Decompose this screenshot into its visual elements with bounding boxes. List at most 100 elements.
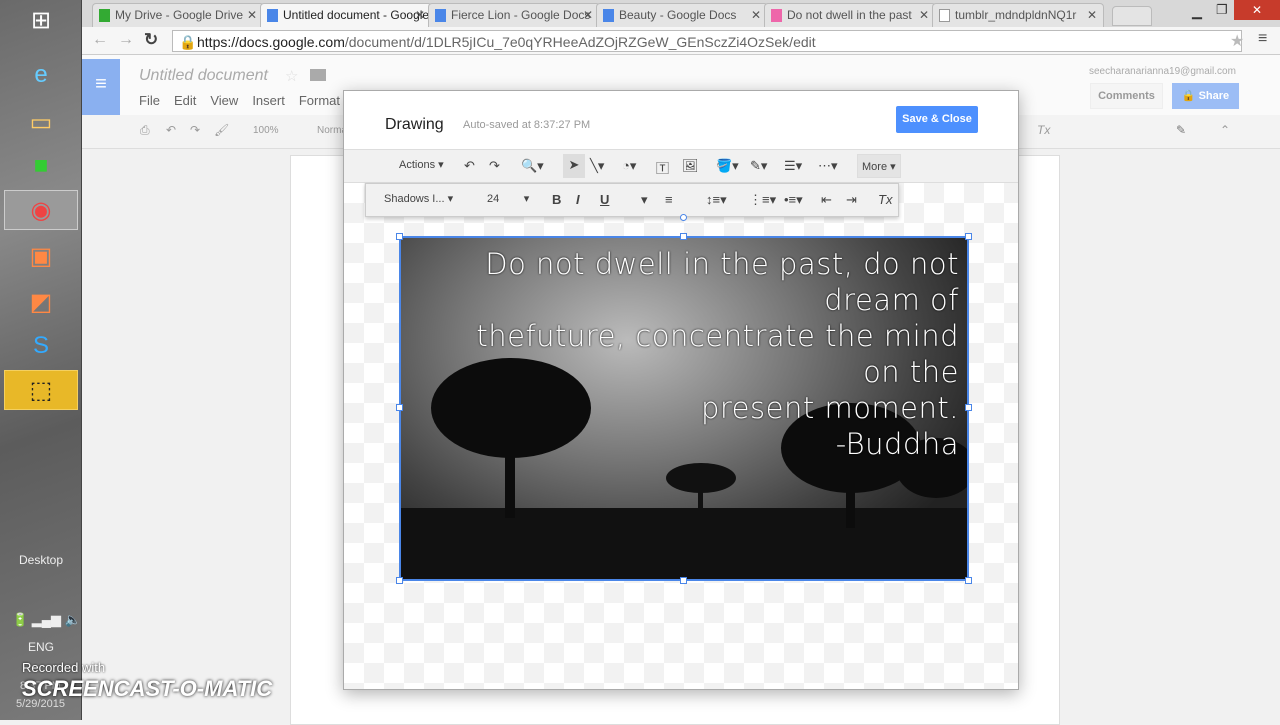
tab-beauty[interactable]: Beauty - Google Docs ✕ [596, 3, 768, 27]
tab-tumblr[interactable]: tumblr_mdndpldnNQ1r ✕ [932, 3, 1104, 27]
windows-start-icon[interactable]: ⊞ [4, 0, 78, 40]
minimize-button[interactable]: ▁ [1192, 4, 1202, 20]
back-icon[interactable]: ← [92, 31, 108, 49]
line-dash-icon[interactable]: ⋯▾ [818, 158, 838, 174]
line-color-icon[interactable]: ✎▾ [750, 158, 767, 174]
resize-handle[interactable] [680, 233, 687, 240]
star-icon[interactable]: ☆ [285, 67, 298, 85]
editing-mode-icon[interactable]: ✎ [1176, 123, 1186, 137]
resize-handle[interactable] [396, 577, 403, 584]
actions-menu[interactable]: Actions ▾ [399, 158, 444, 171]
app-icon-2[interactable]: ◩ [4, 282, 78, 322]
skype-icon[interactable]: S [4, 326, 78, 366]
image-icon[interactable]: 🖼 [682, 158, 699, 174]
align-icon[interactable]: ≡ [665, 192, 673, 207]
drawing-toolbar: Actions ▾ ↶ ↷ 🔍▾ ➤ ╲▾ ◔▾ 🅃 🖼 🪣▾ ✎▾ ☰▾ ⋯▾… [344, 149, 1018, 183]
clear-formatting-icon[interactable]: Tx [1037, 123, 1050, 137]
underline-button[interactable]: U [600, 192, 609, 207]
close-tab-icon[interactable]: ✕ [751, 8, 761, 22]
resize-handle[interactable] [965, 577, 972, 584]
paint-format-icon[interactable]: 🖌 [214, 123, 229, 137]
store-icon[interactable]: ■ [4, 146, 78, 186]
folder-icon[interactable] [310, 69, 326, 81]
line-icon[interactable]: ╲▾ [590, 158, 604, 174]
menu-view[interactable]: View [210, 93, 238, 108]
clear-formatting-icon[interactable]: Tx [878, 192, 892, 207]
docs-icon [435, 9, 446, 22]
redo-icon[interactable]: ↷ [190, 123, 200, 137]
more-label: More [862, 161, 888, 173]
text-color-dropdown[interactable]: ▾ [641, 192, 648, 208]
file-explorer-icon[interactable]: ▭ [4, 102, 78, 142]
zoom-icon[interactable]: 🔍▾ [521, 158, 544, 174]
more-menu[interactable]: More ▾ [857, 154, 901, 178]
collapse-icon[interactable]: ⌃ [1220, 123, 1230, 137]
account-email[interactable]: seecharanarianna19@gmail.com [1089, 66, 1236, 77]
resize-handle[interactable] [396, 404, 403, 411]
select-cursor-icon[interactable]: ➤ [563, 154, 585, 178]
app-icon[interactable]: ▣ [4, 236, 78, 276]
restore-button[interactable]: ❐ [1216, 2, 1228, 18]
close-tab-icon[interactable]: ✕ [415, 8, 425, 22]
close-tab-icon[interactable]: ✕ [1087, 8, 1097, 22]
chrome-icon[interactable]: ◉ [4, 190, 78, 230]
close-tab-icon[interactable]: ✕ [583, 8, 593, 22]
rotate-handle[interactable] [680, 214, 687, 221]
line-spacing-icon[interactable]: ↕≡▾ [706, 192, 727, 208]
close-tab-icon[interactable]: ✕ [919, 8, 929, 22]
redo-icon[interactable]: ↷ [489, 158, 500, 174]
quote-line: present moment. [700, 391, 959, 425]
document-title[interactable]: Untitled document [139, 67, 268, 85]
share-button[interactable]: 🔒 Share [1172, 83, 1239, 109]
resize-handle[interactable] [680, 577, 687, 584]
chrome-menu-icon[interactable]: ≡ [1258, 30, 1267, 48]
url-input[interactable]: 🔒 https://docs.google.com/document/d/1DLR… [172, 30, 1242, 52]
close-window-button[interactable]: ✕ [1234, 0, 1280, 20]
undo-icon[interactable]: ↶ [166, 123, 176, 137]
undo-icon[interactable]: ↶ [464, 158, 475, 174]
text-box-icon[interactable]: 🅃 [656, 158, 669, 177]
print-icon[interactable]: ⎙ [140, 123, 150, 138]
text-format-toolbar: Shadows I... ▾ 24 ▾ B I U ▾ ≡ ↕≡▾ ⋮≡▾ •≡… [365, 183, 899, 217]
bold-button[interactable]: B [552, 192, 561, 207]
bookmark-star-icon[interactable]: ★ [1230, 31, 1244, 51]
increase-indent-icon[interactable]: ⇥ [846, 192, 857, 208]
shape-icon[interactable]: ◔▾ [622, 158, 636, 174]
quote-image[interactable]: Do not dwell in the past, do not dream o… [399, 236, 969, 581]
close-tab-icon[interactable]: ✕ [247, 8, 257, 22]
docs-home-icon[interactable]: ≡ [82, 59, 120, 115]
decrease-indent-icon[interactable]: ⇤ [821, 192, 832, 208]
menu-file[interactable]: File [139, 93, 160, 108]
tray-icons[interactable]: 🔋 ▂▄▆ 🔈 [12, 612, 81, 628]
resize-handle[interactable] [396, 233, 403, 240]
forward-icon[interactable]: → [118, 31, 134, 49]
tab-fierce-lion[interactable]: Fierce Lion - Google Docs ✕ [428, 3, 600, 27]
numbered-list-icon[interactable]: ⋮≡▾ [749, 192, 776, 208]
tab-untitled-document[interactable]: Untitled document - Google Docs✕ [260, 3, 432, 27]
comments-button[interactable]: Comments [1090, 83, 1163, 109]
resize-handle[interactable] [965, 404, 972, 411]
tab-do-not-dwell[interactable]: Do not dwell in the past ✕ [764, 3, 936, 27]
language-indicator[interactable]: ENG [0, 640, 82, 654]
line-weight-icon[interactable]: ☰▾ [784, 158, 802, 174]
fill-color-icon[interactable]: 🪣▾ [716, 158, 739, 174]
font-size-select[interactable]: 24 ▾ [487, 192, 529, 205]
resize-handle[interactable] [965, 233, 972, 240]
save-close-button[interactable]: Save & Close [896, 106, 978, 133]
menu-insert[interactable]: Insert [252, 93, 285, 108]
reload-icon[interactable]: ↻ [144, 30, 158, 50]
menu-edit[interactable]: Edit [174, 93, 196, 108]
snipping-tool-icon[interactable]: ⬚ [4, 370, 78, 410]
desktop-label[interactable]: Desktop [0, 553, 82, 567]
italic-button[interactable]: I [576, 192, 580, 207]
dialog-title: Drawing [385, 116, 444, 133]
zoom-select[interactable]: 100% [253, 125, 279, 136]
bulleted-list-icon[interactable]: •≡▾ [784, 192, 803, 208]
new-tab-button[interactable] [1112, 6, 1152, 26]
tab-my-drive[interactable]: My Drive - Google Drive ✕ [92, 3, 264, 27]
menu-format[interactable]: Format [299, 93, 340, 108]
quote-text[interactable]: Do not dwell in the past, do not dream o… [439, 246, 959, 462]
internet-explorer-icon[interactable]: e [4, 55, 78, 95]
menu-bar: File Edit View Insert Format [139, 93, 340, 108]
font-select[interactable]: Shadows I... ▾ [384, 192, 453, 205]
